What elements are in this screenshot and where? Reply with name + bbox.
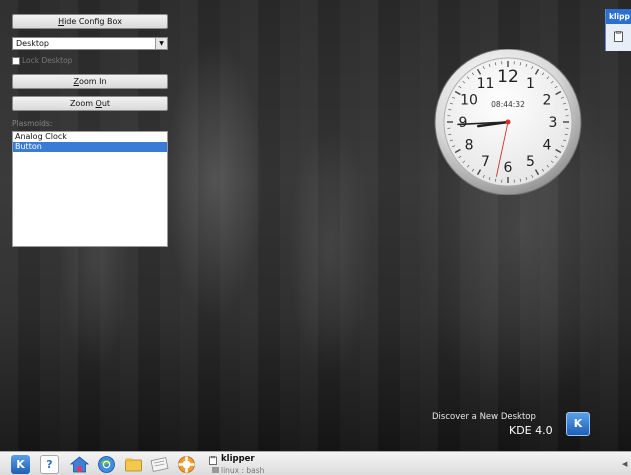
home-icon[interactable] xyxy=(70,455,89,474)
zoom-out-label-pre: Zoom xyxy=(69,99,96,108)
zoom-in-button[interactable]: Zoom In xyxy=(12,74,168,89)
clock-numeral: 5 xyxy=(526,154,535,170)
clock-center-pin xyxy=(505,119,511,125)
file-manager-icon[interactable] xyxy=(124,455,143,474)
clock-numeral: 1 xyxy=(526,76,535,92)
clock-numeral: 7 xyxy=(481,154,490,170)
lock-desktop-checkbox[interactable] xyxy=(12,57,20,65)
kde-start-menu-letter: K xyxy=(16,458,25,471)
help-icon[interactable]: ? xyxy=(40,455,59,474)
plasmoids-label: Plasmoids: xyxy=(12,119,53,128)
clock-numeral: 3 xyxy=(549,115,558,131)
klipper-applet[interactable]: klipp xyxy=(605,9,631,51)
discover-text: Discover a New Desktop xyxy=(432,412,536,422)
clipboard-icon[interactable] xyxy=(614,31,623,42)
zoom-out-button[interactable]: Zoom Out xyxy=(12,96,168,111)
desktop[interactable]: Hide Config Box Desktop ▼ Lock Desktop Z… xyxy=(0,0,631,451)
web-browser-icon[interactable] xyxy=(97,455,116,474)
task-clipboard-icon xyxy=(209,456,217,465)
hide-config-label-post: ide Config Box xyxy=(64,17,122,26)
clock-digital-time: 08:44:32 xyxy=(491,100,525,109)
clock-numeral: 9 xyxy=(459,115,468,131)
panel-scroll-arrow-icon[interactable]: ◀ xyxy=(622,460,627,468)
analog-clock[interactable]: 12 12 3 45678 9 1011 08:44:32 xyxy=(431,49,584,195)
lock-desktop-label: Lock Desktop xyxy=(22,56,73,65)
kde-start-menu-icon[interactable]: K xyxy=(11,455,30,474)
help-letter: ? xyxy=(46,458,53,471)
clock-numeral: 10 xyxy=(460,93,478,109)
terminal-icon xyxy=(212,467,219,473)
clock-numeral: 11 xyxy=(477,76,495,92)
clock-numeral: 4 xyxy=(543,138,552,154)
hide-config-box-button[interactable]: Hide Config Box xyxy=(12,14,168,29)
zoom-out-label-post: ut xyxy=(101,99,111,108)
text-editor-icon[interactable] xyxy=(150,455,169,474)
klipper-applet-title: klipp xyxy=(606,9,631,24)
clock-numeral: 12 xyxy=(497,67,519,87)
plasmoids-list[interactable]: Analog Clock Button xyxy=(12,131,168,247)
kde-logo-icon: K xyxy=(566,412,590,436)
layout-select[interactable]: Desktop ▼ xyxy=(12,37,168,50)
task-subtitle[interactable]: linux : bash xyxy=(221,466,264,475)
clock-numeral: 8 xyxy=(465,138,474,154)
clock-numeral: 2 xyxy=(543,93,552,109)
list-item-button[interactable]: Button xyxy=(13,142,167,152)
lifebuoy-help-icon[interactable] xyxy=(177,455,196,474)
bottom-panel: K ? klipper linux : bash ◀ xyxy=(0,451,631,475)
list-item-analog-clock[interactable]: Analog Clock xyxy=(13,132,167,142)
kde-version-text: KDE 4.0 xyxy=(509,424,553,437)
clock-numeral: 6 xyxy=(504,160,513,176)
layout-select-value: Desktop xyxy=(16,39,49,48)
zoom-in-label-post: oom In xyxy=(78,77,107,86)
chevron-down-icon[interactable]: ▼ xyxy=(155,38,167,49)
task-title[interactable]: klipper xyxy=(221,454,255,464)
